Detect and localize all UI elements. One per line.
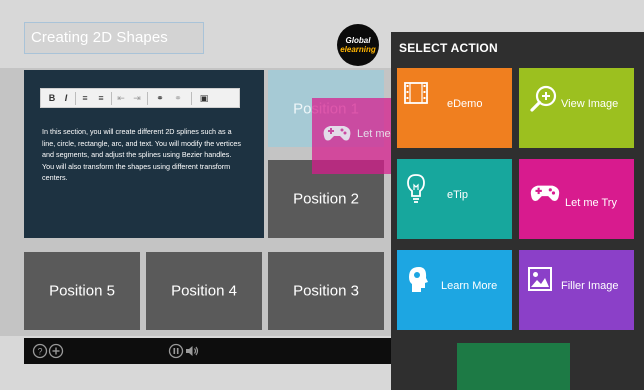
- ordered-list-button[interactable]: ≡: [79, 92, 91, 105]
- edemo-tile[interactable]: eDemo: [397, 68, 512, 148]
- picture-icon: [528, 267, 552, 291]
- toolbar-divider: [111, 92, 112, 105]
- toolbar-divider: [147, 92, 148, 105]
- slide-stage: Creating 2D Shapes Global elearning B I …: [0, 0, 644, 390]
- position-3-slot[interactable]: Position 3: [268, 252, 384, 330]
- player-control-bar: ?: [24, 338, 394, 364]
- position-2-label: Position 2: [293, 190, 359, 208]
- lightbulb-icon: [407, 174, 425, 203]
- etip-tile[interactable]: eTip: [397, 159, 512, 239]
- let-me-try-label: Let me Try: [565, 197, 617, 209]
- editor-toolbar: B I ≡ ≡ ⇤ ⇥ ⚭ ⚭ ▣: [40, 88, 240, 108]
- learn-more-tile[interactable]: Learn More: [397, 250, 512, 330]
- learn-more-label: Learn More: [441, 280, 498, 292]
- add-icon[interactable]: [48, 343, 64, 359]
- help-icon[interactable]: ?: [32, 343, 48, 359]
- green-action-tile[interactable]: [457, 343, 570, 390]
- unordered-list-button[interactable]: ≡: [95, 92, 107, 105]
- view-image-label: View Image: [561, 98, 619, 110]
- link-button[interactable]: ⚭: [153, 92, 167, 105]
- filler-image-tile[interactable]: Filler Image: [519, 250, 634, 330]
- indent-button[interactable]: ⇥: [131, 92, 143, 105]
- position-5-slot[interactable]: Position 5: [24, 252, 140, 330]
- bold-button[interactable]: B: [47, 92, 57, 105]
- let-me-try-tile[interactable]: Let me Try: [519, 159, 634, 239]
- film-icon: [404, 82, 428, 104]
- text-editor-panel[interactable]: B I ≡ ≡ ⇤ ⇥ ⚭ ⚭ ▣ In this section, you w…: [24, 70, 264, 238]
- edemo-label: eDemo: [447, 98, 483, 110]
- toolbar-divider: [191, 92, 192, 105]
- logo-text-line1: Global: [345, 36, 371, 45]
- image-button[interactable]: ▣: [197, 92, 211, 105]
- filler-image-label: Filler Image: [561, 280, 619, 292]
- position-3-label: Position 3: [293, 282, 359, 300]
- volume-icon[interactable]: [184, 343, 200, 359]
- slide-title-box[interactable]: Creating 2D Shapes: [24, 22, 204, 54]
- select-action-panel: SELECT ACTION eDemo View Image eTip Let …: [391, 32, 644, 390]
- logo-text-line2: elearning: [340, 45, 376, 54]
- position-4-label: Position 4: [171, 282, 237, 300]
- position-4-slot[interactable]: Position 4: [146, 252, 262, 330]
- unlink-button[interactable]: ⚭: [171, 92, 185, 105]
- position-5-label: Position 5: [49, 282, 115, 300]
- head-idea-icon: [409, 267, 428, 292]
- magnify-plus-icon: [530, 85, 557, 112]
- editor-body-text[interactable]: In this section, you will create differe…: [42, 126, 242, 184]
- global-elearning-logo: Global elearning: [337, 24, 379, 66]
- italic-button[interactable]: I: [61, 92, 71, 105]
- etip-label: eTip: [447, 189, 468, 201]
- gamepad-icon: [530, 185, 560, 201]
- outdent-button[interactable]: ⇤: [115, 92, 127, 105]
- toolbar-divider: [75, 92, 76, 105]
- pause-icon[interactable]: [168, 343, 184, 359]
- panel-title: SELECT ACTION: [399, 41, 498, 55]
- view-image-tile[interactable]: View Image: [519, 68, 634, 148]
- gamepad-icon: [323, 126, 351, 141]
- slide-title: Creating 2D Shapes: [31, 29, 168, 46]
- svg-text:?: ?: [37, 347, 42, 357]
